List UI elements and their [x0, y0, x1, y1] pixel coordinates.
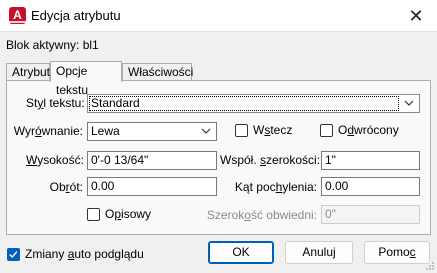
checkbox-box[interactable] — [235, 124, 248, 137]
tab-opcje-tekstu[interactable]: Opcje tekstu — [50, 61, 122, 97]
height-label: Wysokość: — [26, 153, 84, 167]
annotative-label: Opisowy — [105, 207, 152, 221]
checkbox-box[interactable] — [320, 124, 333, 137]
chevron-down-icon — [404, 100, 414, 106]
autocad-app-icon: A — [9, 7, 26, 24]
text-style-value: Standard — [91, 96, 140, 110]
upside-down-label: Odwrócony — [338, 123, 399, 137]
auto-preview-label: Zmiany auto podglądu — [25, 247, 144, 261]
checkbox-box[interactable] — [87, 208, 100, 221]
help-button[interactable]: Pomoc — [364, 241, 430, 264]
text-style-dropdown[interactable]: Standard — [87, 94, 420, 113]
tab-atrybut[interactable]: Atrybut — [6, 63, 50, 81]
resize-grip-icon[interactable] — [425, 261, 435, 271]
active-block-label: Blok aktywny: bl1 — [6, 38, 99, 52]
rotation-label: Obrót: — [49, 180, 83, 194]
alignment-dropdown[interactable]: Lewa — [87, 122, 217, 141]
cancel-button[interactable]: Anuluj — [285, 241, 353, 264]
checkmark-icon — [9, 251, 18, 259]
boundary-width-label: Szerokość obwiedni: — [206, 208, 317, 222]
backwards-label: Wstecz — [253, 123, 293, 137]
alignment-value: Lewa — [91, 124, 120, 138]
oblique-angle-input[interactable]: 0.00 — [321, 177, 420, 196]
ok-button[interactable]: OK — [208, 241, 274, 264]
width-factor-input[interactable]: 1" — [321, 151, 420, 170]
width-factor-label: Współ. szerokości: — [220, 153, 321, 167]
tab-wlasciwosci[interactable]: Właściwości — [122, 63, 193, 81]
chevron-down-icon — [201, 128, 211, 134]
oblique-angle-label: Kąt pochylenia: — [234, 180, 317, 194]
alignment-label: Wyrównanie: — [13, 124, 83, 138]
height-input[interactable]: 0'-0 13/64" — [87, 151, 217, 170]
window-title: Edycja atrybutu — [31, 8, 121, 23]
title-bar: A Edycja atrybutu ✕ — [0, 0, 437, 32]
rotation-input[interactable]: 0.00 — [87, 177, 217, 196]
boundary-width-input: 0" — [321, 205, 420, 224]
close-icon[interactable]: ✕ — [405, 5, 427, 27]
checkbox-box[interactable] — [7, 248, 20, 261]
